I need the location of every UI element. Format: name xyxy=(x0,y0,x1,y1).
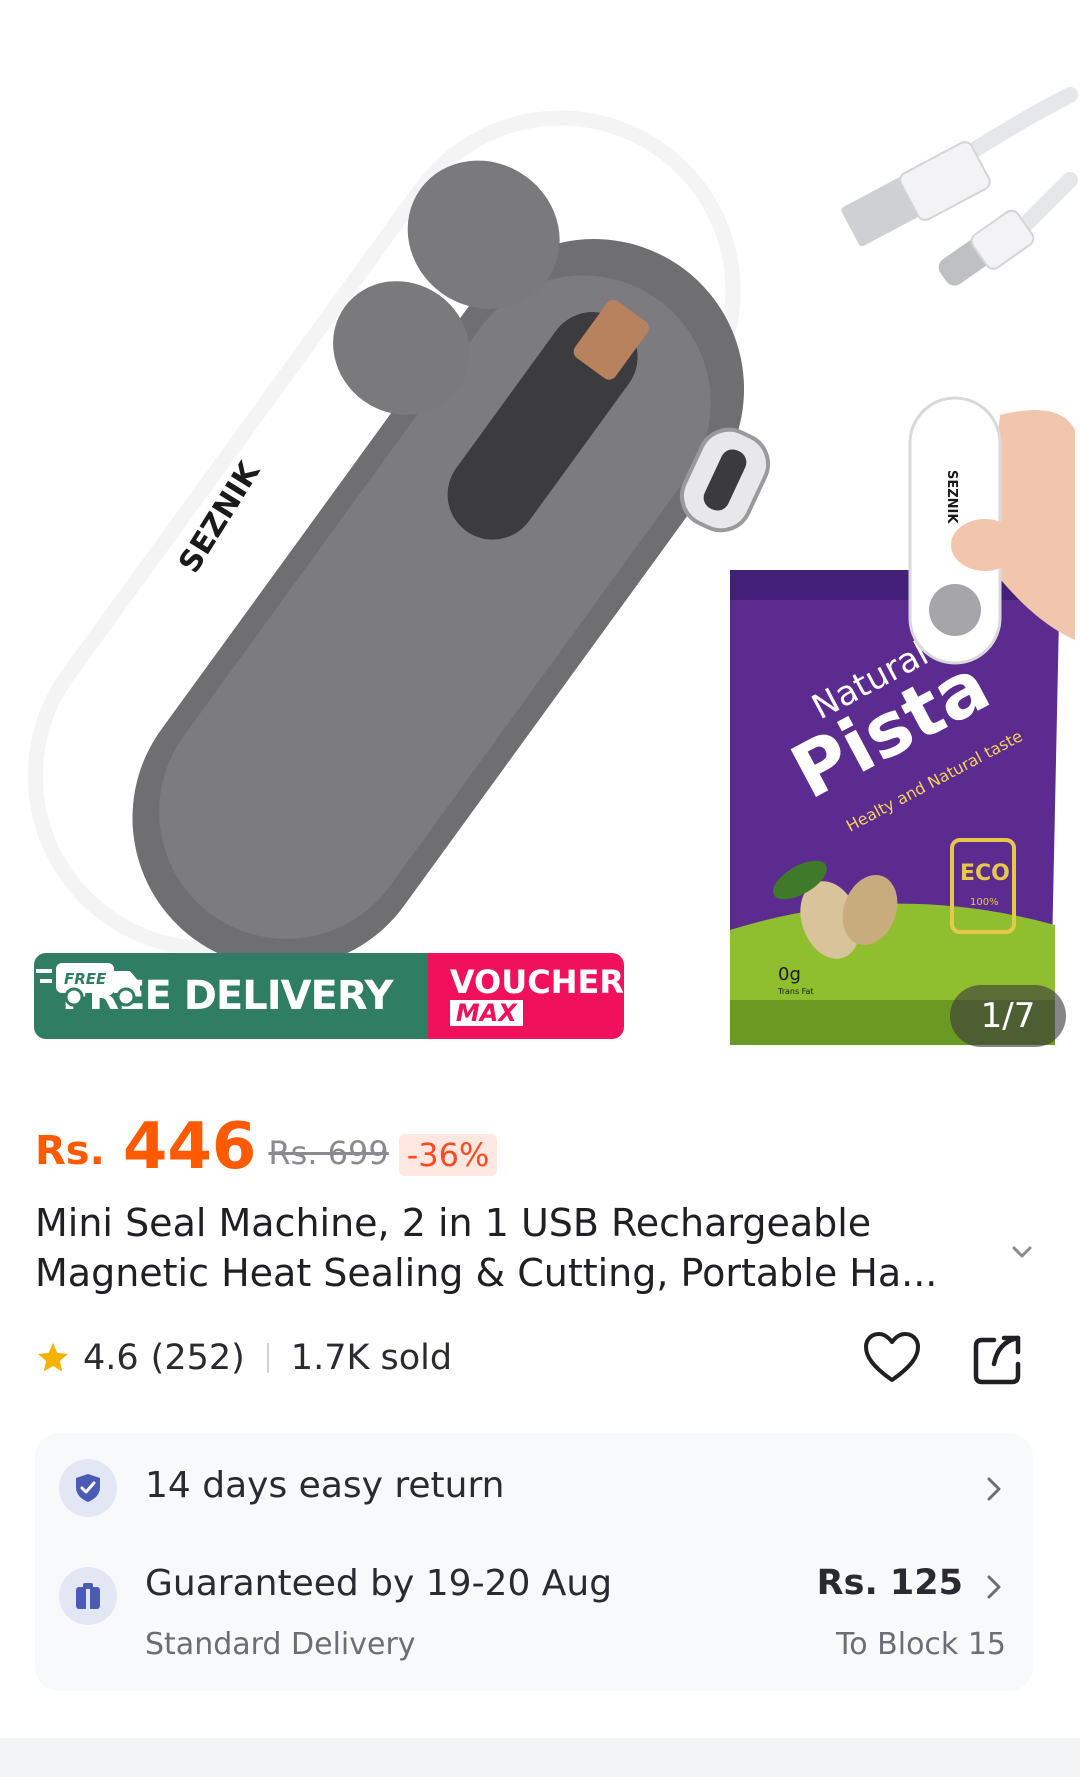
shield-check-icon xyxy=(59,1459,117,1517)
chevron-down-icon[interactable] xyxy=(1006,1236,1038,1268)
star-icon xyxy=(38,1343,68,1372)
current-price: 446 xyxy=(122,1110,257,1184)
delivery-fee: Rs. 125 xyxy=(816,1563,963,1603)
svg-text:FREE: FREE xyxy=(64,970,107,988)
delivery-destination: To Block 15 xyxy=(836,1627,1006,1662)
svg-text:ECO: ECO xyxy=(960,861,1010,886)
svg-text:0g: 0g xyxy=(778,964,801,985)
voucher-max-label: MAX xyxy=(449,1000,523,1026)
divider xyxy=(266,1343,269,1373)
free-delivery-badge: FREE FREE DELIVERY xyxy=(34,953,428,1039)
service-info-card: 14 days easy return Guaranteed by 19-20 … xyxy=(35,1433,1033,1691)
return-policy-row[interactable]: 14 days easy return xyxy=(35,1433,1033,1543)
promo-banner: FREE FREE DELIVERY VOUCHER MAX xyxy=(34,953,624,1039)
chevron-right-icon[interactable] xyxy=(983,1571,1005,1603)
delivery-guarantee-label: Guaranteed by 19-20 Aug xyxy=(145,1563,613,1604)
sold-count: 1.7K sold xyxy=(290,1338,453,1378)
product-image-gallery[interactable]: SEZNIK Natural Pista Healty and Natural … xyxy=(0,0,1080,1075)
rating-row[interactable]: 4.6 (252) 1.7K sold xyxy=(35,1332,452,1384)
product-title[interactable]: Mini Seal Machine, 2 in 1 USB Rechargeab… xyxy=(35,1198,1000,1298)
original-price: Rs. 699 xyxy=(268,1134,389,1172)
svg-text:100%: 100% xyxy=(970,897,999,908)
section-divider xyxy=(0,1738,1080,1777)
price-currency: Rs. xyxy=(35,1128,105,1174)
delivery-truck-icon: FREE xyxy=(36,963,140,1007)
product-image: SEZNIK Natural Pista Healty and Natural … xyxy=(27,87,1078,1045)
voucher-label: VOUCHER xyxy=(449,963,624,1001)
delivery-box-icon xyxy=(59,1567,117,1625)
image-counter: 1/7 xyxy=(950,985,1066,1047)
share-icon[interactable] xyxy=(968,1330,1026,1388)
rating-count: (252) xyxy=(150,1338,245,1378)
voucher-max-badge: VOUCHER MAX xyxy=(427,953,624,1039)
svg-text:SEZNIK: SEZNIK xyxy=(944,470,959,524)
delivery-type: Standard Delivery xyxy=(145,1627,416,1662)
delivery-row[interactable]: Guaranteed by 19-20 Aug Standard Deliver… xyxy=(35,1543,1033,1691)
svg-text:Trans Fat: Trans Fat xyxy=(777,987,814,996)
price-row: Rs. 446 Rs. 699 -36% xyxy=(35,1102,498,1184)
heart-icon[interactable] xyxy=(862,1330,922,1386)
discount-badge: -36% xyxy=(398,1134,498,1176)
chevron-right-icon[interactable] xyxy=(983,1473,1005,1505)
return-policy-label: 14 days easy return xyxy=(145,1465,505,1506)
rating-score: 4.6 xyxy=(83,1338,139,1378)
